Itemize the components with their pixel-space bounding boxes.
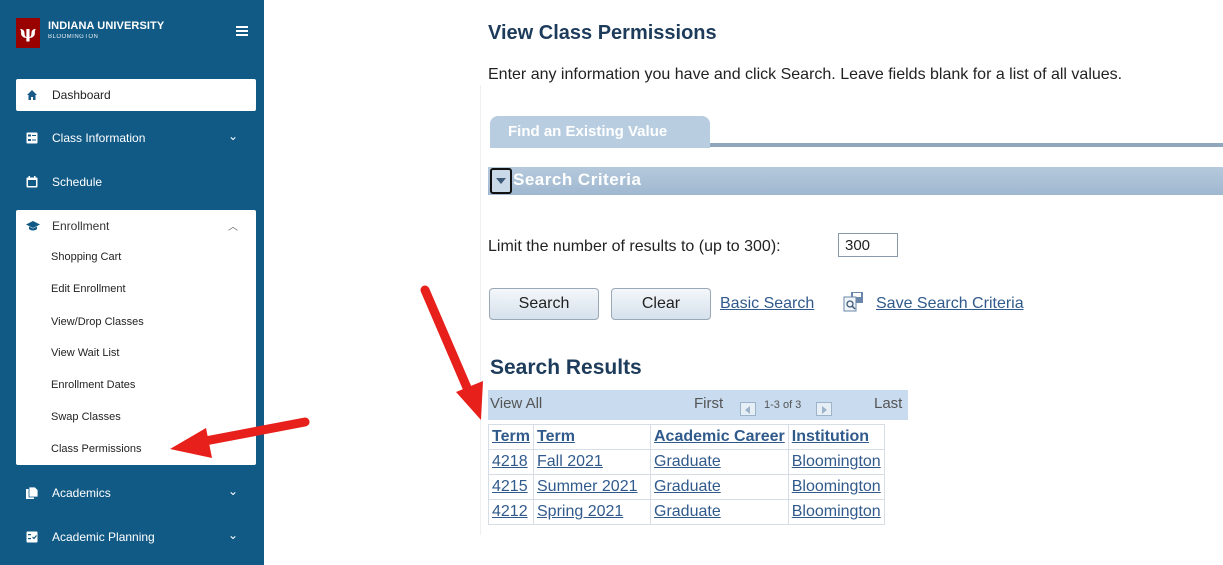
- sidebar-subitem-class-permissions[interactable]: Class Permissions: [51, 443, 141, 455]
- sidebar-item-label: Schedule: [52, 175, 103, 189]
- first-link[interactable]: First: [694, 395, 723, 412]
- chevron-down-icon: ⌄: [227, 129, 238, 143]
- sidebar: ψ INDIANA UNIVERSITY BLOOMINGTON Dashboa…: [0, 0, 264, 565]
- brand-subtitle: BLOOMINGTON: [48, 34, 99, 40]
- cell-academic-career[interactable]: Graduate: [650, 449, 789, 475]
- cell-institution[interactable]: Bloomington: [787, 449, 885, 475]
- view-all-link[interactable]: View All: [490, 395, 542, 412]
- column-header-academic-career[interactable]: Academic Career: [650, 424, 789, 450]
- arrow-to-term-link: [420, 285, 483, 420]
- content-divider: [480, 85, 481, 535]
- collapse-toggle-icon[interactable]: [490, 168, 512, 194]
- column-header-term[interactable]: Term: [533, 424, 651, 450]
- search-criteria-title: Search Criteria: [513, 170, 642, 189]
- home-icon: [27, 90, 37, 100]
- sidebar-item-label: Academics: [52, 486, 111, 500]
- cell-term[interactable]: Summer 2021: [533, 474, 651, 500]
- search-results-title: Search Results: [490, 356, 642, 379]
- table-row[interactable]: 4218 Fall 2021 Graduate Bloomington: [488, 449, 885, 475]
- results-grid-navigation: View All First 1-3 of 3 Last: [488, 390, 908, 420]
- page-title: View Class Permissions: [488, 22, 717, 44]
- search-criteria-header: Search Criteria: [488, 167, 1223, 195]
- search-button[interactable]: Search: [489, 288, 599, 320]
- brand[interactable]: ψ INDIANA UNIVERSITY BLOOMINGTON: [16, 18, 256, 52]
- sidebar-item-label: Enrollment: [52, 219, 110, 233]
- sidebar-item-label: Academic Planning: [52, 530, 155, 544]
- instructions-text: Enter any information you have and click…: [488, 66, 1123, 83]
- cell-academic-career[interactable]: Graduate: [650, 499, 789, 525]
- sidebar-item-enrollment[interactable]: Enrollment ︿: [16, 210, 256, 242]
- previous-arrow-icon[interactable]: [740, 402, 756, 416]
- documents-icon: [26, 487, 38, 499]
- enrollment-section: Enrollment ︿ Shopping Cart Edit Enrollme…: [16, 210, 256, 465]
- limit-results-label: Limit the number of results to (up to 30…: [488, 238, 781, 255]
- cell-term-code[interactable]: 4215: [488, 474, 534, 500]
- sidebar-item-class-information[interactable]: Class Information ⌄: [16, 122, 256, 154]
- sidebar-item-dashboard[interactable]: Dashboard: [16, 79, 256, 111]
- chevron-down-icon: ⌄: [227, 528, 238, 542]
- chevron-up-icon: ︿: [228, 222, 238, 233]
- limit-results-input[interactable]: [838, 233, 898, 257]
- sidebar-item-label: Class Information: [52, 131, 146, 145]
- sidebar-item-academic-planning[interactable]: Academic Planning ⌄: [16, 521, 256, 553]
- last-link[interactable]: Last: [874, 395, 902, 412]
- save-search-criteria-link[interactable]: Save Search Criteria: [876, 295, 1024, 313]
- cell-term-code[interactable]: 4212: [488, 499, 534, 525]
- brand-name: INDIANA UNIVERSITY: [48, 20, 165, 32]
- iu-logo-icon: ψ: [16, 18, 40, 48]
- sidebar-item-schedule[interactable]: Schedule: [16, 166, 256, 198]
- sidebar-subitem-view-drop-classes[interactable]: View/Drop Classes: [51, 316, 144, 328]
- search-results-table: Term Term Academic Career Institution 42…: [488, 424, 885, 525]
- row-range-text: 1-3 of 3: [764, 399, 802, 411]
- calendar-icon: [26, 176, 38, 188]
- sidebar-subitem-swap-classes[interactable]: Swap Classes: [51, 411, 121, 423]
- tab-find-existing-value[interactable]: Find an Existing Value: [490, 116, 710, 148]
- class-info-icon: [26, 132, 38, 144]
- cell-term-code[interactable]: 4218: [488, 449, 534, 475]
- column-header-term-code[interactable]: Term: [488, 424, 534, 450]
- cell-institution[interactable]: Bloomington: [787, 474, 885, 500]
- sidebar-subitem-view-wait-list[interactable]: View Wait List: [51, 347, 119, 359]
- next-arrow-icon[interactable]: [816, 402, 832, 416]
- cell-academic-career[interactable]: Graduate: [650, 474, 789, 500]
- tab-underline: [710, 143, 1223, 147]
- cell-term[interactable]: Fall 2021: [533, 449, 651, 475]
- planner-icon: [26, 531, 38, 543]
- cell-institution[interactable]: Bloomington: [787, 499, 885, 525]
- menu-icon[interactable]: [236, 26, 248, 38]
- sidebar-subitem-edit-enrollment[interactable]: Edit Enrollment: [51, 283, 126, 295]
- graduation-cap-icon: [26, 221, 40, 231]
- chevron-down-icon: ⌄: [227, 484, 238, 498]
- column-header-institution[interactable]: Institution: [787, 424, 885, 450]
- sidebar-subitem-enrollment-dates[interactable]: Enrollment Dates: [51, 379, 135, 391]
- table-row[interactable]: 4212 Spring 2021 Graduate Bloomington: [488, 499, 885, 525]
- tab-label: Find an Existing Value: [508, 123, 668, 140]
- sidebar-subitem-shopping-cart[interactable]: Shopping Cart: [51, 251, 121, 263]
- table-row[interactable]: 4215 Summer 2021 Graduate Bloomington: [488, 474, 885, 500]
- cell-term[interactable]: Spring 2021: [533, 499, 651, 525]
- basic-search-link[interactable]: Basic Search: [720, 295, 814, 313]
- sidebar-item-label: Dashboard: [52, 88, 111, 102]
- save-search-icon[interactable]: [843, 292, 865, 312]
- sidebar-item-academics[interactable]: Academics ⌄: [16, 477, 256, 509]
- table-header-row: Term Term Academic Career Institution: [488, 424, 885, 450]
- clear-button[interactable]: Clear: [611, 288, 711, 320]
